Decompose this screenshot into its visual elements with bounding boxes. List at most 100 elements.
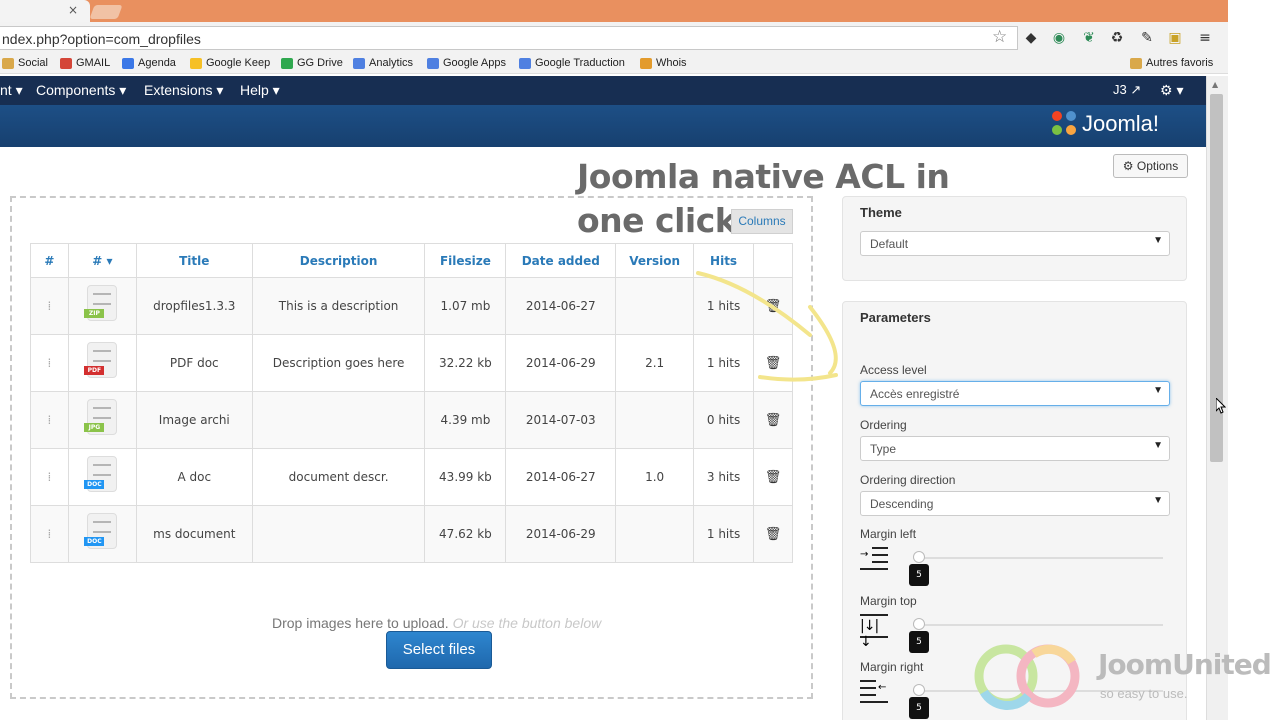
col-description[interactable]: Description bbox=[251, 243, 426, 278]
settings-gear-icon[interactable]: ⚙ ▾ bbox=[1160, 82, 1183, 99]
file-description: document descr. bbox=[251, 448, 426, 506]
margin-top-icon: |↓|↓ bbox=[860, 614, 888, 650]
options-button[interactable]: ⚙ Options bbox=[1113, 154, 1188, 178]
ordering-select[interactable]: Type ▼ bbox=[860, 436, 1170, 461]
evernote-icon[interactable]: ◆ bbox=[1022, 29, 1040, 47]
arrow-annotation bbox=[696, 271, 838, 382]
file-type-cell: DOC bbox=[67, 505, 137, 563]
bookmark-google-apps[interactable]: Google Apps bbox=[427, 57, 506, 69]
keep-icon bbox=[190, 57, 202, 69]
bookmark-gg-drive[interactable]: GG Drive bbox=[281, 57, 343, 69]
evernote-clip-icon[interactable]: ❦ bbox=[1080, 29, 1098, 47]
joomunited-watermark: JoomUnited so easy to use. bbox=[972, 640, 1280, 715]
bookmark-google-keep[interactable]: Google Keep bbox=[190, 57, 270, 69]
nav-menu-content[interactable]: nt ▾ bbox=[0, 82, 23, 99]
file-type-cell: ZIP bbox=[67, 277, 137, 335]
doc-file-icon: DOC bbox=[83, 512, 121, 553]
margin-left-slider[interactable]: 5 bbox=[909, 551, 1163, 586]
table-row[interactable]: ⁞ ZIP dropfiles1.3.3 This is a descripti… bbox=[30, 277, 793, 335]
joomunited-logo-icon bbox=[974, 644, 1080, 710]
delete-trash-icon[interactable]: 🗑 bbox=[753, 391, 793, 449]
bookmark-analytics[interactable]: Analytics bbox=[353, 57, 413, 69]
table-row[interactable]: ⁞ PDF PDF doc Description goes here 32.2… bbox=[30, 334, 793, 392]
bookmarks-bar: Social GMAIL Agenda Google Keep GG Drive… bbox=[0, 54, 1228, 74]
margin-right-label: Margin right bbox=[860, 660, 924, 674]
table-row[interactable]: ⁞ DOC A doc document descr. 43.99 kb 201… bbox=[30, 448, 793, 506]
columns-button[interactable]: Columns bbox=[731, 209, 793, 234]
bookmark-other-folder[interactable]: Autres favoris bbox=[1130, 57, 1213, 69]
ordering-direction-select[interactable]: Descending ▼ bbox=[860, 491, 1170, 516]
bookmark-social[interactable]: Social bbox=[2, 57, 48, 69]
file-hits: 1 hits bbox=[693, 505, 755, 563]
file-hits: 0 hits bbox=[693, 391, 755, 449]
col-filesize[interactable]: Filesize bbox=[424, 243, 507, 278]
table-row[interactable]: ⁞ DOC ms document 47.62 kb 2014-06-29 1 … bbox=[30, 505, 793, 563]
access-level-select[interactable]: Accès enregistré ▼ bbox=[860, 381, 1170, 406]
delete-trash-icon[interactable]: 🗑 bbox=[753, 448, 793, 506]
select-files-button[interactable]: Select files bbox=[386, 631, 492, 669]
margin-left-label: Margin left bbox=[860, 527, 917, 541]
drag-handle-icon[interactable]: ⁞ bbox=[30, 448, 69, 506]
margin-right-slider-handle[interactable]: 5 bbox=[909, 684, 929, 719]
indent-left-icon: → bbox=[860, 547, 888, 573]
delete-trash-icon[interactable]: 🗑 bbox=[753, 505, 793, 563]
nav-menu-components[interactable]: Components ▾ bbox=[36, 82, 126, 99]
file-description bbox=[251, 505, 426, 563]
file-title[interactable]: Image archi bbox=[135, 391, 253, 449]
nav-menu-extensions[interactable]: Extensions ▾ bbox=[144, 82, 223, 99]
admin-navbar: nt ▾ Components ▾ Extensions ▾ Help ▾ J3… bbox=[0, 76, 1206, 105]
file-title[interactable]: A doc bbox=[135, 448, 253, 506]
col-title[interactable]: Title bbox=[135, 243, 253, 278]
file-size: 32.22 kb bbox=[424, 334, 507, 392]
nav-user-link[interactable]: J3 ↗ bbox=[1113, 82, 1141, 98]
table-row[interactable]: ⁞ JPG Image archi 4.39 mb 2014-07-03 0 h… bbox=[30, 391, 793, 449]
file-date: 2014-06-27 bbox=[505, 277, 617, 335]
feedly-icon[interactable]: ◉ bbox=[1050, 29, 1068, 47]
wrench-icon[interactable]: ✎ bbox=[1138, 29, 1156, 47]
file-date: 2014-07-03 bbox=[505, 391, 617, 449]
bookmark-agenda[interactable]: Agenda bbox=[122, 57, 176, 69]
address-bar[interactable]: ndex.php?option=com_dropfiles bbox=[0, 26, 1018, 50]
drag-handle-icon[interactable]: ⁞ bbox=[30, 334, 69, 392]
col-type-sort[interactable]: # ▾ bbox=[67, 243, 137, 278]
ordering-direction-label: Ordering direction bbox=[860, 473, 956, 487]
recycle-icon[interactable]: ♻ bbox=[1108, 29, 1126, 47]
file-version bbox=[615, 391, 695, 449]
file-title[interactable]: dropfiles1.3.3 bbox=[135, 277, 253, 335]
bookmark-google-traduction[interactable]: Google Traduction bbox=[519, 57, 625, 69]
file-version: 1.0 bbox=[615, 448, 695, 506]
browser-tab[interactable]: × bbox=[0, 0, 90, 22]
main-content: ⚙ Options Joomla native ACL in one click… bbox=[0, 147, 1206, 720]
col-version[interactable]: Version bbox=[615, 243, 695, 278]
col-drag: # bbox=[30, 243, 69, 278]
margin-left-slider-handle[interactable]: 5 bbox=[909, 551, 929, 586]
bookmark-whois[interactable]: Whois bbox=[640, 57, 687, 69]
new-tab-button[interactable] bbox=[89, 5, 123, 19]
bookmark-gmail[interactable]: GMAIL bbox=[60, 57, 110, 69]
parameters-panel-title: Parameters bbox=[860, 310, 931, 325]
theme-panel: Theme Default ▼ bbox=[842, 196, 1187, 281]
extension-icon[interactable]: ▣ bbox=[1166, 29, 1184, 47]
drag-handle-icon[interactable]: ⁞ bbox=[30, 391, 69, 449]
close-tab-icon[interactable]: × bbox=[68, 3, 78, 17]
file-version bbox=[615, 505, 695, 563]
browser-toolbar: ndex.php?option=com_dropfiles ☆ ◆ ◉ ❦ ♻ … bbox=[0, 22, 1228, 54]
drag-handle-icon[interactable]: ⁞ bbox=[30, 277, 69, 335]
doc-file-icon: DOC bbox=[83, 455, 121, 496]
margin-top-slider[interactable]: 5 bbox=[909, 618, 1163, 653]
file-title[interactable]: PDF doc bbox=[135, 334, 253, 392]
nav-menu-help[interactable]: Help ▾ bbox=[240, 82, 280, 99]
image-file-icon: JPG bbox=[83, 398, 121, 439]
file-description: This is a description bbox=[251, 277, 426, 335]
drag-handle-icon[interactable]: ⁞ bbox=[30, 505, 69, 563]
file-title[interactable]: ms document bbox=[135, 505, 253, 563]
google-icon bbox=[427, 57, 439, 69]
bookmark-star-icon[interactable]: ☆ bbox=[992, 27, 1007, 47]
margin-top-slider-handle[interactable]: 5 bbox=[909, 618, 929, 653]
col-date-added[interactable]: Date added bbox=[505, 243, 617, 278]
file-type-cell: PDF bbox=[67, 334, 137, 392]
scroll-up-icon[interactable]: ▲ bbox=[1212, 80, 1218, 89]
margin-top-label: Margin top bbox=[860, 594, 917, 608]
menu-icon[interactable]: ≡ bbox=[1196, 29, 1214, 47]
theme-select[interactable]: Default ▼ bbox=[860, 231, 1170, 256]
